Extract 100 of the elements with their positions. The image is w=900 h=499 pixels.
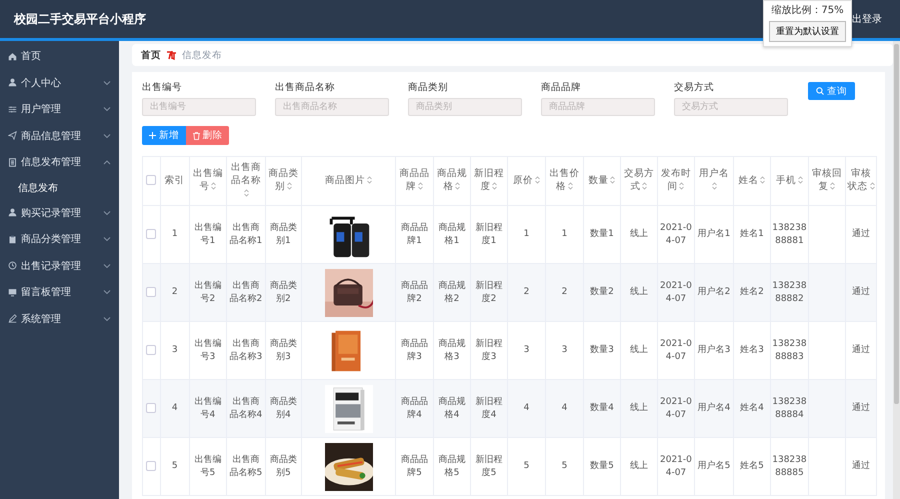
sort-icon[interactable] — [830, 182, 836, 190]
sort-icon[interactable] — [642, 182, 648, 190]
table-cell: 商品品牌2 — [400, 281, 428, 304]
sort-icon[interactable] — [798, 176, 803, 184]
column-header[interactable]: 姓名 — [733, 156, 771, 206]
person-icon — [8, 208, 17, 218]
sort-icon[interactable] — [610, 176, 616, 184]
sidebar-item[interactable]: 个人中心 — [0, 70, 119, 96]
sidebar-item[interactable]: 出售记录管理 — [0, 252, 119, 279]
sort-icon[interactable] — [367, 176, 372, 184]
logout-link[interactable]: 出登录 — [852, 12, 882, 26]
table-cell: 线上 — [630, 403, 648, 414]
column-header[interactable]: 新旧程度 — [470, 156, 508, 206]
table-cell: 4 — [562, 403, 568, 414]
sidebar-item[interactable]: 留言板管理 — [0, 279, 119, 306]
sort-icon[interactable] — [211, 182, 216, 190]
sidebar-item[interactable]: 信息发布管理 — [0, 149, 119, 176]
column-header[interactable]: 发布时间 — [657, 156, 695, 206]
row-checkbox[interactable] — [146, 344, 156, 355]
filter-field[interactable]: 出售商品名称 — [275, 98, 389, 116]
filter-field[interactable]: 商品品牌 — [541, 98, 655, 116]
chevron-icon — [103, 132, 111, 139]
table-cell: 2 — [172, 287, 178, 298]
table-cell: 3 — [562, 345, 568, 356]
sort-icon[interactable] — [679, 182, 684, 190]
select-all-checkbox[interactable] — [146, 174, 156, 185]
column-header[interactable]: 商品规格 — [433, 156, 471, 206]
sort-icon[interactable] — [492, 182, 498, 190]
column-header[interactable]: 审核状态 — [846, 156, 876, 206]
table-cell: 商品品牌5 — [400, 455, 428, 478]
table-cell: 出售商品名称1 — [229, 223, 262, 246]
scrollbar[interactable] — [893, 41, 900, 499]
sort-icon[interactable] — [286, 182, 292, 190]
table-cell: 商品类别3 — [270, 339, 297, 362]
trash-icon — [192, 132, 200, 140]
sidebar-subitem[interactable]: 信息发布 — [0, 176, 119, 200]
clock-icon — [8, 261, 17, 270]
table-cell: 新旧程度5 — [475, 455, 502, 478]
table-cell: 线上 — [630, 229, 648, 240]
column-header[interactable]: 手机 — [770, 156, 808, 206]
sort-icon[interactable] — [712, 182, 718, 190]
table-cell: 5 — [524, 461, 530, 472]
sidebar-item[interactable]: 商品分类管理 — [0, 226, 119, 252]
sidebar-item[interactable]: 购买记录管理 — [0, 200, 119, 226]
sidebar-item[interactable]: 系统管理 — [0, 306, 119, 332]
sort-icon[interactable] — [870, 182, 875, 190]
table-cell: 13823888882 — [772, 281, 807, 304]
column-header[interactable]: 用户名 — [694, 156, 734, 206]
sort-icon[interactable] — [534, 176, 540, 184]
column-header[interactable]: 交易方式 — [620, 156, 658, 206]
table-cell: 商品类别5 — [270, 455, 297, 478]
sort-icon[interactable] — [455, 182, 460, 190]
reset-button[interactable]: 重置为默认设置 — [769, 21, 846, 42]
column-header[interactable]: 出售商品名称 — [226, 156, 266, 206]
chevron-icon — [103, 236, 111, 242]
sort-icon[interactable] — [244, 188, 250, 197]
row-checkbox[interactable] — [146, 460, 156, 471]
filter-field[interactable]: 商品类别 — [408, 98, 522, 116]
column-header[interactable]: 审核回复 — [808, 156, 846, 206]
filter-label: 交易方式 — [674, 81, 715, 94]
sort-icon[interactable] — [568, 182, 573, 190]
chevron-icon — [103, 80, 111, 86]
breadcrumb-current: 信息发布 — [182, 48, 222, 62]
column-header[interactable]: 商品品牌 — [396, 156, 434, 206]
column-header[interactable]: 数量 — [583, 156, 621, 206]
table-cell: 出售编号1 — [194, 223, 222, 246]
table-cell: 出售编号4 — [194, 397, 222, 420]
sort-icon[interactable] — [418, 182, 423, 190]
zoom-label: 缩放比例：75% — [771, 4, 844, 17]
table-cell: 商品规格5 — [438, 455, 466, 478]
column-header[interactable]: 商品类别 — [265, 156, 302, 206]
row-checkbox[interactable] — [146, 402, 156, 413]
row-checkbox[interactable] — [146, 286, 156, 297]
filter-label: 商品品牌 — [541, 81, 582, 94]
table-cell: 商品类别4 — [270, 397, 297, 420]
sidebar-item[interactable]: 用户管理 — [0, 96, 119, 122]
sort-icon[interactable] — [760, 176, 766, 184]
row-checkbox[interactable] — [146, 228, 156, 239]
table-cell: 出售编号3 — [194, 339, 222, 362]
column-header[interactable]: 出售编号 — [189, 156, 227, 206]
sidebar-item[interactable]: 商品信息管理 — [0, 122, 119, 149]
column-header[interactable]: 索引 — [160, 156, 190, 206]
table-cell: 1 — [524, 229, 530, 240]
column-header[interactable]: 商品图片 — [302, 156, 396, 206]
filter-field[interactable]: 交易方式 — [674, 98, 788, 116]
breadcrumb-link[interactable]: 首页 — [141, 48, 161, 62]
table-cell: 2 — [562, 287, 568, 298]
scrollbar-thumb[interactable] — [894, 44, 899, 404]
table-cell: 5 — [172, 461, 178, 472]
table-cell: 姓名2 — [740, 287, 764, 298]
separator-icon — [166, 50, 177, 60]
search-button[interactable]: 查询 — [808, 82, 855, 100]
sidebar-item[interactable]: 首页 — [0, 43, 119, 70]
table-cell: 用户名2 — [698, 287, 730, 298]
column-header[interactable]: 出售价格 — [546, 156, 584, 206]
column-header[interactable]: 原价 — [507, 156, 546, 206]
send-icon — [8, 131, 17, 140]
add-button[interactable]: 新增 — [142, 126, 186, 145]
filter-field[interactable]: 出售编号 — [142, 98, 256, 116]
chevron-icon — [103, 210, 111, 216]
